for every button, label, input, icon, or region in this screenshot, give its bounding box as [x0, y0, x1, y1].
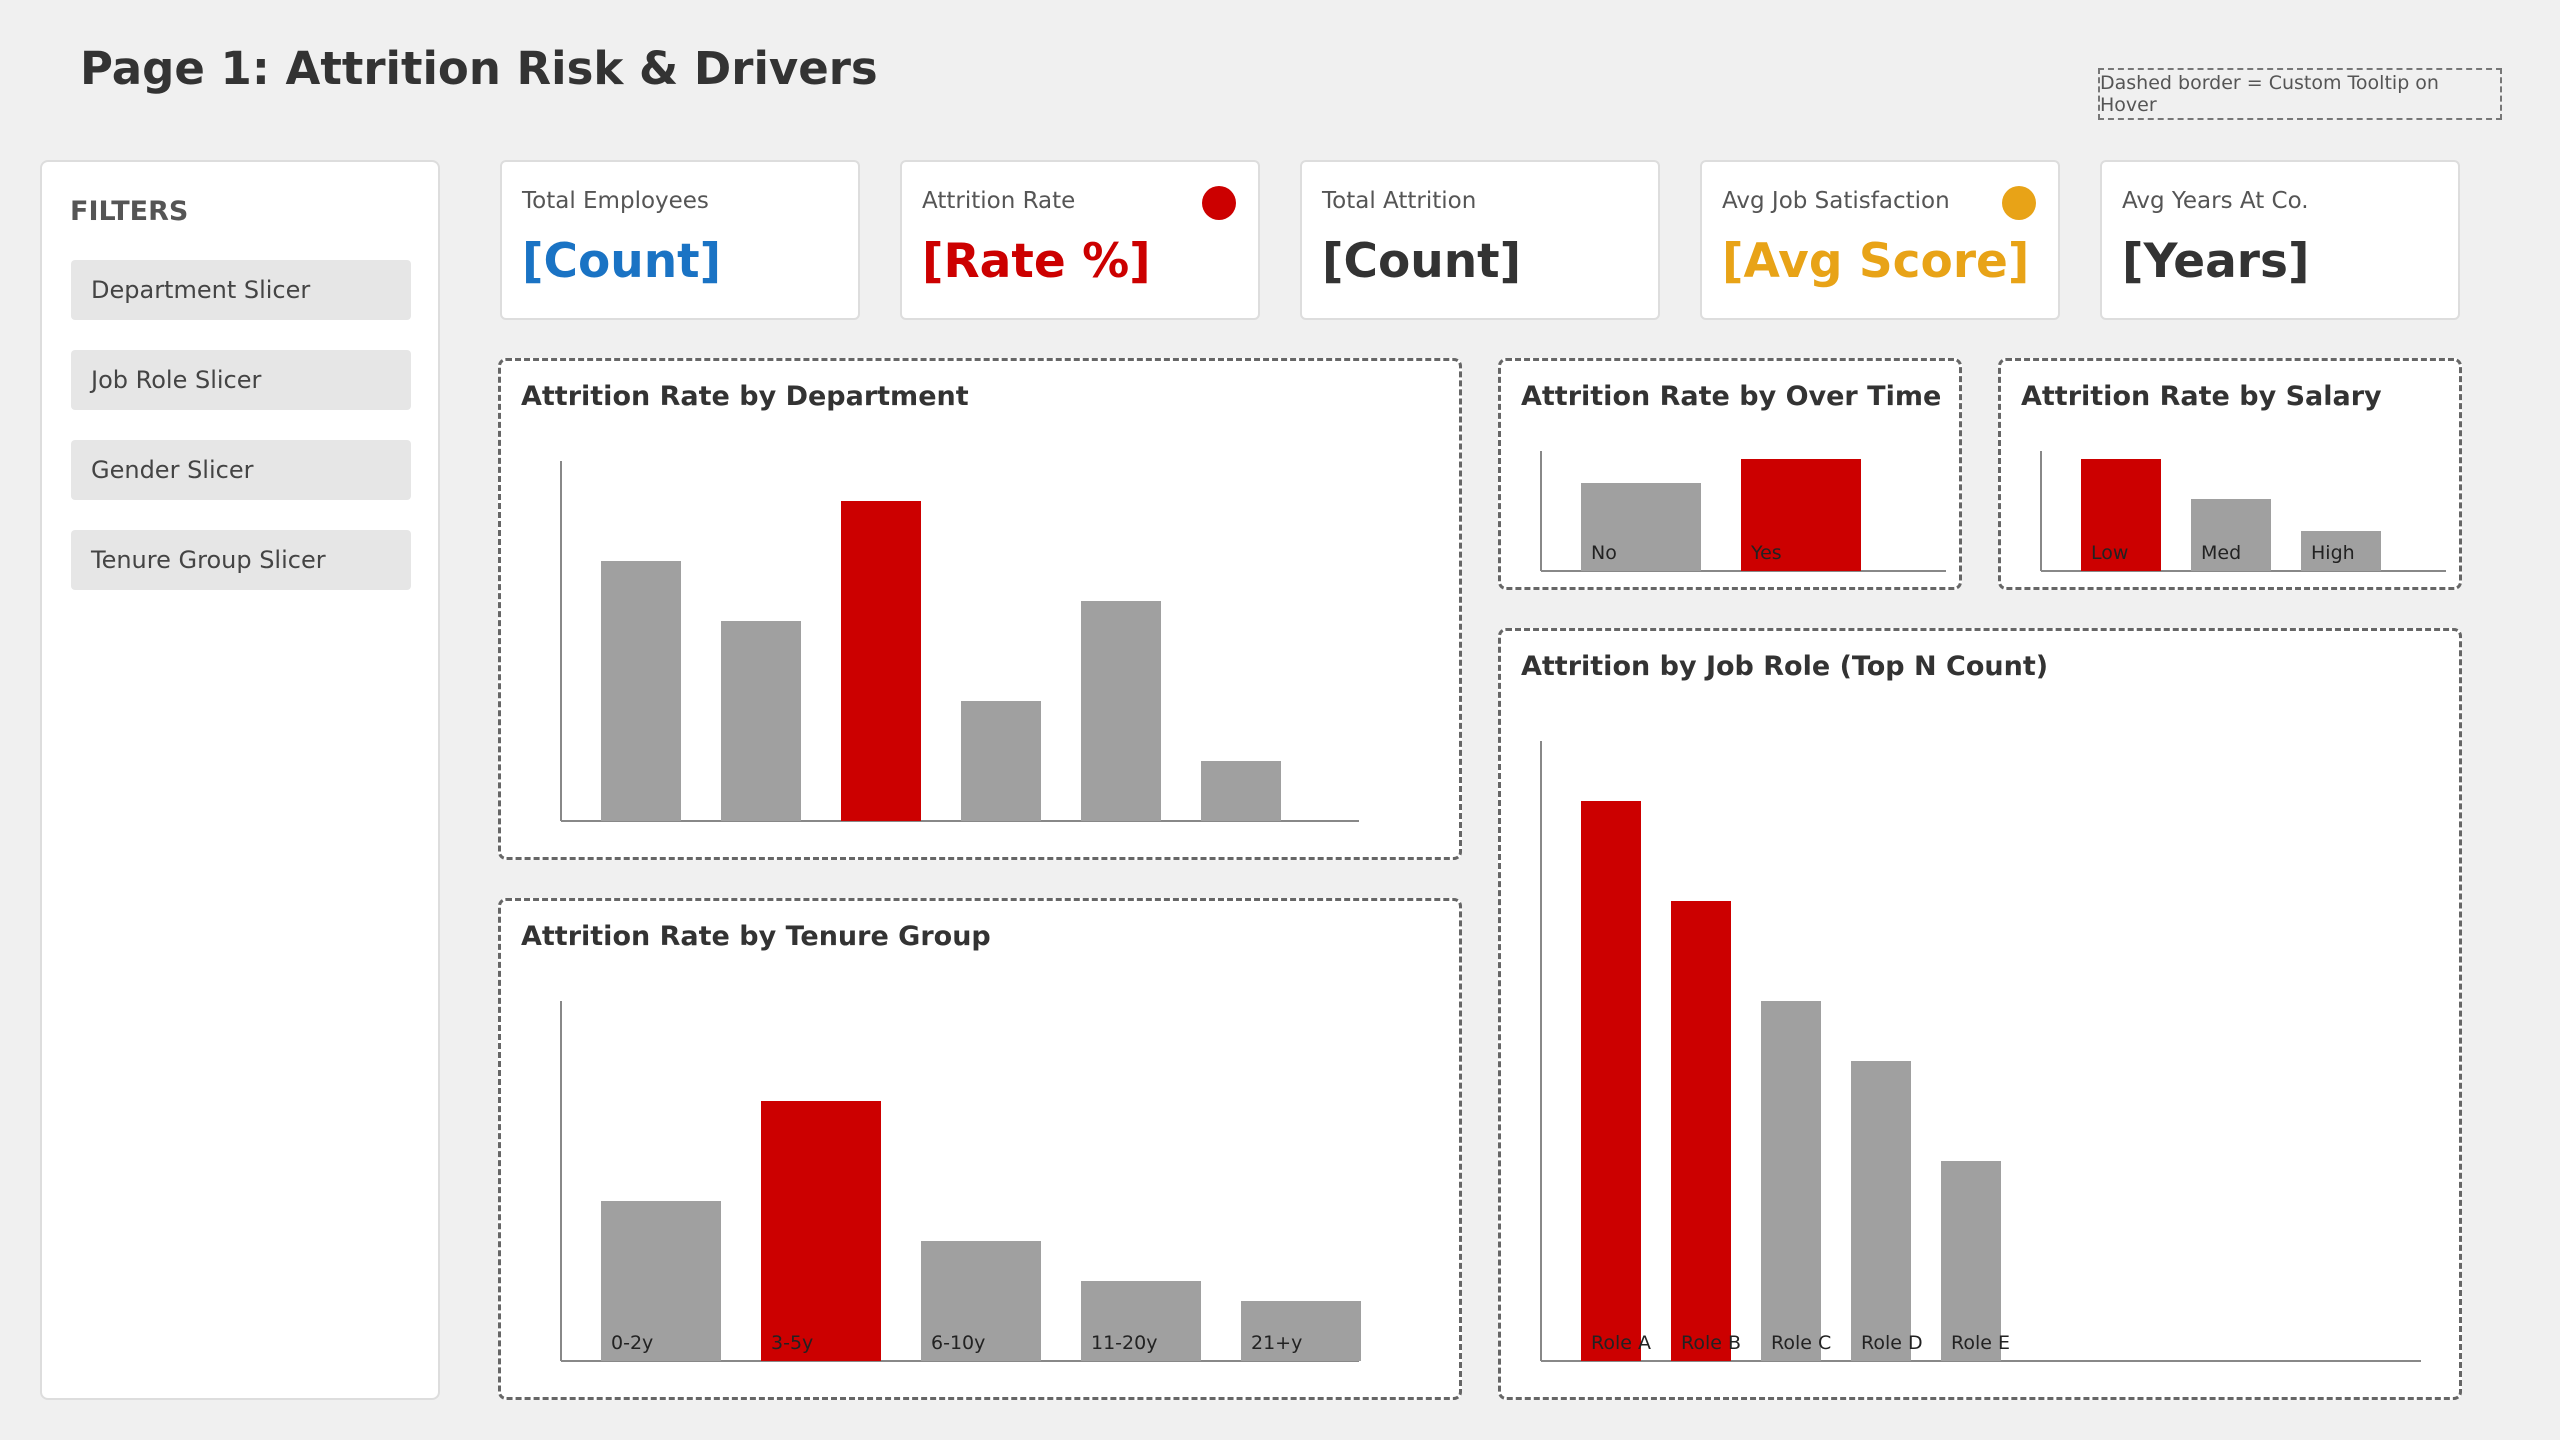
kpi-card-avg-job-satisfaction[interactable]: Avg Job Satisfaction [Avg Score]	[1700, 160, 2060, 320]
salary-chart-card[interactable]: Attrition Rate by Salary Low Med High	[1998, 358, 2462, 590]
page-title: Page 1: Attrition Risk & Drivers	[80, 42, 878, 95]
filters-title: FILTERS	[70, 196, 189, 227]
department-slicer[interactable]: Department Slicer	[71, 260, 411, 320]
chart-bar[interactable]	[841, 501, 921, 821]
kpi-value: [Count]	[522, 234, 722, 289]
salary-bar-chart: Low Med High	[2040, 451, 2446, 572]
bar-category-label: Yes	[1750, 542, 1782, 564]
bar-category-label: Med	[2201, 542, 2241, 564]
chart-bar[interactable]	[1761, 1001, 1821, 1361]
kpi-value: [Avg Score]	[1722, 234, 2030, 289]
bar-category-label: Low	[2091, 542, 2128, 564]
chart-bar[interactable]	[1081, 601, 1161, 821]
bar-category-label: 6-10y	[931, 1332, 985, 1354]
jobrole-chart-card[interactable]: Attrition by Job Role (Top N Count) Role…	[1498, 628, 2462, 1400]
kpi-value: [Rate %]	[922, 234, 1151, 289]
chart-bar[interactable]	[1581, 801, 1641, 1361]
bar-category-label: 21+y	[1251, 1332, 1302, 1354]
bar-category-label: Role C	[1771, 1332, 1831, 1354]
kpi-card-total-attrition[interactable]: Total Attrition [Count]	[1300, 160, 1660, 320]
kpi-card-avg-years-at-co[interactable]: Avg Years At Co. [Years]	[2100, 160, 2460, 320]
chart-bar[interactable]	[961, 701, 1041, 821]
chart-bar[interactable]	[601, 561, 681, 821]
overtime-chart-card[interactable]: Attrition Rate by Over Time No Yes	[1498, 358, 1962, 590]
tooltip-legend-note: Dashed border = Custom Tooltip on Hover	[2098, 68, 2502, 120]
kpi-label: Attrition Rate	[922, 188, 1076, 214]
chart-bar[interactable]	[761, 1101, 881, 1361]
kpi-card-attrition-rate[interactable]: Attrition Rate [Rate %]	[900, 160, 1260, 320]
department-bar-chart	[560, 461, 1359, 822]
filters-panel: FILTERS Department Slicer Job Role Slice…	[40, 160, 440, 1400]
jobrole-bar-chart: Role A Role B Role C Role D Role E	[1540, 741, 2421, 1362]
bar-category-label: Role A	[1591, 1332, 1651, 1354]
kpi-label: Avg Years At Co.	[2122, 188, 2309, 214]
kpi-label: Avg Job Satisfaction	[1722, 188, 1950, 214]
tenure-group-slicer[interactable]: Tenure Group Slicer	[71, 530, 411, 590]
kpi-label: Total Employees	[522, 188, 709, 214]
bar-category-label: 3-5y	[771, 1332, 813, 1354]
kpi-value: [Count]	[1322, 234, 1522, 289]
bar-category-label: 0-2y	[611, 1332, 653, 1354]
status-indicator-dot	[1202, 186, 1236, 220]
bar-category-label: High	[2311, 542, 2355, 564]
kpi-value: [Years]	[2122, 234, 2310, 289]
chart-bar[interactable]	[1201, 761, 1281, 821]
bar-category-label: 11-20y	[1091, 1332, 1157, 1354]
bar-category-label: No	[1591, 542, 1617, 564]
department-chart-card[interactable]: Attrition Rate by Department	[498, 358, 1462, 860]
tenure-chart-card[interactable]: Attrition Rate by Tenure Group 0-2y 3-5y 6…	[498, 898, 1462, 1400]
kpi-label: Total Attrition	[1322, 188, 1477, 214]
bar-category-label: Role B	[1681, 1332, 1741, 1354]
kpi-card-total-employees[interactable]: Total Employees [Count]	[500, 160, 860, 320]
overtime-bar-chart: No Yes	[1540, 451, 1946, 572]
chart-bar[interactable]	[1851, 1061, 1911, 1361]
tenure-bar-chart: 0-2y 3-5y 6-10y 11-20y 21+y	[560, 1001, 1361, 1362]
chart-bar[interactable]	[1671, 901, 1731, 1361]
chart-bar[interactable]	[721, 621, 801, 821]
bar-category-label: Role E	[1951, 1332, 2010, 1354]
gender-slicer[interactable]: Gender Slicer	[71, 440, 411, 500]
bar-category-label: Role D	[1861, 1332, 1923, 1354]
status-indicator-dot	[2002, 186, 2036, 220]
job-role-slicer[interactable]: Job Role Slicer	[71, 350, 411, 410]
chart-bar[interactable]	[1941, 1161, 2001, 1361]
